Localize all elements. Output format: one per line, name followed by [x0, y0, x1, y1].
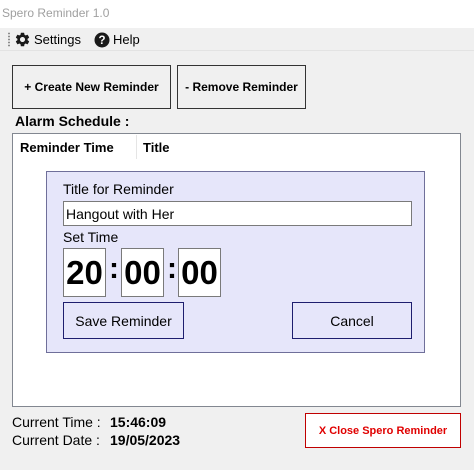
- settings-menu[interactable]: Settings: [14, 30, 81, 49]
- current-date-value: 19/05/2023: [110, 432, 181, 448]
- settings-menu-label: Settings: [34, 32, 81, 47]
- current-time-value: 15:46:09: [110, 414, 167, 430]
- hours-input[interactable]: 20: [63, 248, 106, 297]
- cancel-button[interactable]: Cancel: [292, 302, 412, 339]
- time-separator: :: [109, 252, 119, 285]
- column-header-title[interactable]: Title: [143, 134, 263, 160]
- svg-text:?: ?: [98, 35, 105, 47]
- current-date-label: Current Date :: [12, 432, 100, 448]
- reminder-editor-panel: Title for Reminder Set Time 20 : 00 : 00…: [46, 171, 425, 353]
- help-circle-icon: ?: [94, 32, 110, 48]
- alarm-schedule-label: Alarm Schedule :: [15, 113, 130, 129]
- save-reminder-button[interactable]: Save Reminder: [63, 302, 184, 339]
- seconds-input[interactable]: 00: [178, 248, 221, 297]
- time-separator: :: [167, 252, 177, 285]
- remove-reminder-button[interactable]: - Remove Reminder: [177, 65, 306, 109]
- title-bar: Spero Reminder 1.0: [0, 0, 474, 28]
- help-menu[interactable]: ? Help: [94, 30, 140, 49]
- create-reminder-button[interactable]: + Create New Reminder: [12, 65, 171, 109]
- close-app-button[interactable]: X Close Spero Reminder: [305, 413, 461, 448]
- reminder-title-input[interactable]: [63, 201, 412, 226]
- title-field-label: Title for Reminder: [63, 181, 174, 197]
- window-title: Spero Reminder 1.0: [2, 6, 110, 20]
- gear-icon: [14, 31, 31, 48]
- set-time-label: Set Time: [63, 229, 119, 245]
- minutes-input[interactable]: 00: [121, 248, 164, 297]
- toolbar-grip[interactable]: [8, 32, 10, 47]
- current-time-label: Current Time :: [12, 414, 101, 430]
- column-header-reminder-time[interactable]: Reminder Time: [20, 134, 136, 160]
- menu-bar: Settings ? Help: [0, 28, 474, 51]
- help-menu-label: Help: [113, 32, 140, 47]
- column-divider[interactable]: [136, 135, 137, 159]
